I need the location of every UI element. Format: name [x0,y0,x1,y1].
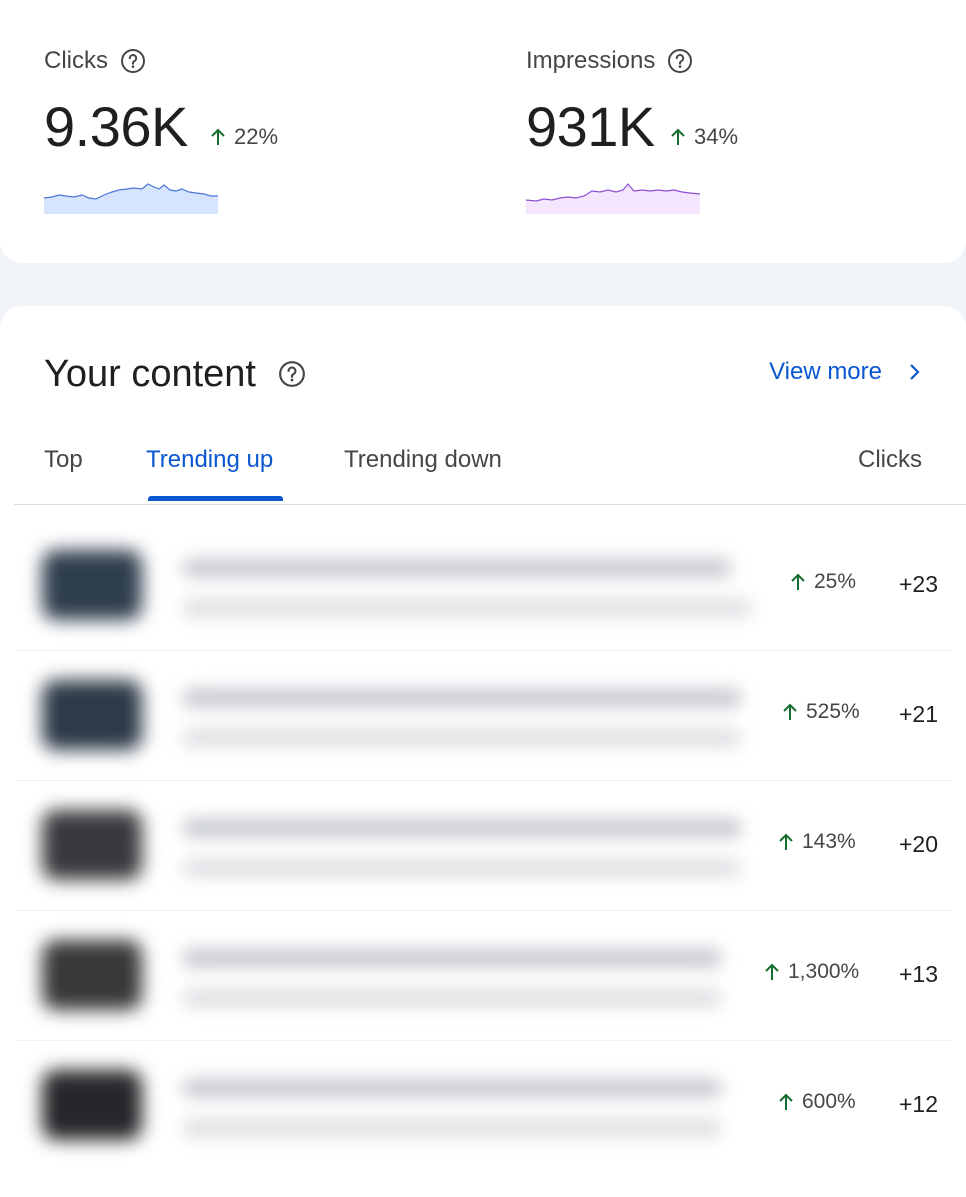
content-thumbnail [42,680,142,750]
redacted-url [182,1118,722,1138]
tab-trending-up[interactable]: Trending up [146,446,273,474]
view-more-link[interactable]: View more [769,358,922,386]
clicks-column-header[interactable]: Clicks [858,446,922,474]
clicks-label: Clicks [44,47,108,74]
row-change: 143% [776,830,856,854]
arrow-up-icon [211,128,225,145]
clicks-value: 9.36K [44,95,188,158]
clicks-change: 22% [208,124,278,150]
content-thumbnail [42,940,142,1010]
arrow-up-icon [765,963,779,980]
content-thumbnail [42,810,142,880]
content-row[interactable]: 525% +21 [16,650,952,780]
chevron-right-icon [910,364,920,380]
help-icon[interactable] [278,360,306,388]
impressions-value: 931K [526,95,655,158]
row-clicks-delta: +13 [898,961,938,987]
help-icon[interactable] [120,48,146,74]
tab-top[interactable]: Top [44,446,83,474]
content-thumbnail [42,1070,142,1140]
impressions-change: 34% [668,124,738,150]
redacted-title [182,948,722,968]
tabs-divider [14,504,966,505]
row-change-value: 525% [806,700,860,723]
content-tabs: Top Trending up Trending down Clicks [0,436,966,504]
redacted-url [182,598,752,618]
impressions-label: Impressions [526,47,656,74]
row-change: 525% [780,700,860,724]
metrics-card: Clicks 9.36K 22% Impressions 931K 34% [0,0,966,263]
content-row[interactable]: 25% +23 [16,520,952,650]
redacted-title [182,558,732,578]
view-more-label: View more [769,358,882,385]
arrow-up-icon [783,703,797,720]
arrow-up-icon [791,573,805,590]
clicks-label-group: Clicks [44,47,146,75]
impressions-label-group: Impressions [526,47,693,75]
content-thumbnail [42,550,142,620]
redacted-title [182,688,742,708]
arrow-up-icon [779,1093,793,1110]
row-clicks-delta: +21 [898,701,938,727]
row-change: 600% [776,1090,856,1114]
content-card: Your content View more Top Trending up T… [0,306,966,1197]
redacted-url [182,858,742,878]
section-title-group: Your content [44,350,306,398]
arrow-up-icon [671,128,685,145]
row-change: 1,300% [762,960,859,984]
clicks-metric[interactable]: Clicks 9.36K 22% [44,0,464,263]
impressions-metric[interactable]: Impressions 931K 34% [526,0,946,263]
help-icon[interactable] [667,48,693,74]
row-change: 25% [788,570,856,594]
row-clicks-delta: +20 [898,831,938,857]
content-row[interactable]: 600% +12 [16,1040,952,1170]
redacted-title [182,818,742,838]
row-change-value: 25% [814,570,857,593]
row-clicks-delta: +12 [898,1091,938,1117]
redacted-title [182,1078,722,1098]
arrow-up-icon [779,833,793,850]
active-tab-indicator [148,496,283,501]
row-change-value: 1,300% [788,960,860,983]
row-clicks-delta: +23 [898,571,938,597]
content-row[interactable]: 1,300% +13 [16,910,952,1040]
clicks-sparkline [44,183,218,214]
row-change-value: 600% [802,1090,856,1113]
redacted-url [182,988,722,1008]
section-title: Your content [44,353,256,395]
redacted-url [182,728,742,748]
content-row[interactable]: 143% +20 [16,780,952,910]
impressions-sparkline [526,183,700,214]
impressions-change-value: 34% [694,124,739,149]
tab-trending-down[interactable]: Trending down [344,446,502,474]
row-change-value: 143% [802,830,856,853]
clicks-change-value: 22% [234,124,279,149]
